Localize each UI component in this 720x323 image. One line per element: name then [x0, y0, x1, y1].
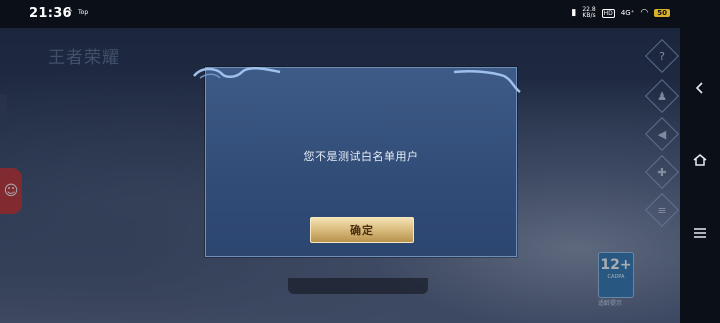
back-icon [695, 82, 703, 94]
wifi-icon: ◠ [640, 8, 649, 18]
top-tag: Top [78, 9, 89, 16]
announcement-button[interactable]: ♟ [645, 79, 679, 113]
menu-icon [694, 228, 706, 238]
age-rating-badge: 12+ CADPA [598, 252, 634, 298]
age-rating-org: CADPA [607, 274, 625, 280]
document-icon: ≡ [657, 203, 667, 217]
status-icons: ▮ 22.8 KB/s HD 4G⁺ ◠ 50 [571, 7, 670, 19]
menu-button[interactable] [690, 223, 710, 243]
notice-button[interactable]: ≡ [645, 193, 679, 227]
game-logo: 王者荣耀 [48, 48, 120, 68]
repair-icon: ✚ [657, 165, 667, 179]
assistant-icon: ☺ [3, 183, 19, 199]
confirm-button[interactable]: 确定 [310, 217, 414, 243]
navigation-bar [680, 28, 720, 323]
network-speed-unit: KB/s [582, 12, 596, 19]
question-icon: ? [659, 49, 665, 63]
dialog-message: 您不是测试白名单用户 [303, 150, 419, 163]
hd-icon: HD [601, 8, 615, 18]
signal-icon: 4G⁺ [620, 9, 635, 17]
help-button[interactable]: ? [645, 39, 679, 73]
speaker-icon: ◀ [657, 127, 667, 141]
home-button[interactable] [690, 150, 710, 170]
age-rating-value: 12+ [600, 257, 632, 273]
status-bar: 21:36 ♪ Top ▮ 22.8 KB/s HD 4G⁺ ◠ 50 [0, 0, 720, 28]
dialog-ornament-right [453, 69, 521, 94]
vibrate-icon: ▮ [571, 8, 577, 18]
network-speed: 22.8 KB/s [582, 7, 595, 19]
sound-button[interactable]: ◀ [645, 117, 679, 151]
dialog-ornament-left [193, 67, 281, 79]
alert-dialog: 您不是测试白名单用户 确定 [193, 67, 521, 257]
home-icon [693, 154, 707, 166]
battery-icon: 50 [654, 9, 670, 17]
repair-button[interactable]: ✚ [645, 155, 679, 189]
start-button-backdrop [288, 278, 428, 294]
back-button[interactable] [690, 78, 710, 98]
floating-assistant-button[interactable]: ☺ [0, 168, 22, 214]
left-edge-tab[interactable] [0, 94, 7, 124]
music-notification-icon: ♪ [66, 8, 73, 19]
bell-icon: ♟ [657, 89, 667, 103]
age-rating-label: 适龄提示 [598, 300, 623, 307]
